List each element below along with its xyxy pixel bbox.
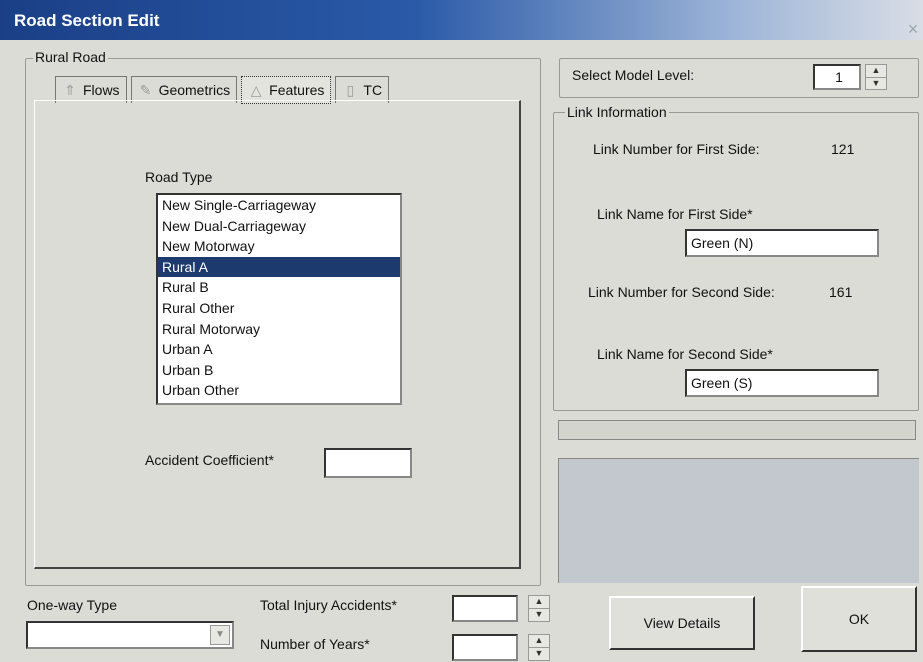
first-link-name-input[interactable]: Green (N) [685, 229, 879, 257]
total-injury-label: Total Injury Accidents* [260, 597, 397, 613]
years-label: Number of Years* [260, 636, 370, 652]
spin-up-icon[interactable]: ▲ [529, 635, 549, 647]
features-icon: △ [250, 81, 262, 98]
years-input[interactable] [452, 634, 518, 661]
list-item[interactable]: New Motorway [158, 236, 400, 257]
tab-flows[interactable]: ⇑ Flows [55, 76, 127, 103]
accident-coefficient-input[interactable] [324, 448, 412, 478]
list-item[interactable]: Rural A [158, 256, 400, 278]
model-level-spinner[interactable]: ▲ ▼ [865, 64, 887, 90]
spin-down-icon[interactable]: ▼ [529, 647, 549, 660]
accident-coefficient-label: Accident Coefficient* [145, 452, 274, 468]
list-item[interactable]: Rural Other [158, 298, 400, 319]
ok-button[interactable]: OK [801, 586, 917, 652]
view-details-button[interactable]: View Details [609, 596, 755, 650]
oneway-type-label: One-way Type [27, 597, 118, 613]
list-item[interactable]: Urban A [158, 339, 400, 360]
second-link-number-label: Link Number for Second Side: [588, 284, 775, 300]
spin-down-icon[interactable]: ▼ [866, 76, 886, 90]
total-injury-spinner[interactable]: ▲ ▼ [528, 595, 550, 622]
second-link-number-value: 161 [829, 284, 853, 300]
total-injury-input[interactable] [452, 595, 518, 622]
list-item[interactable]: Rural B [158, 277, 400, 298]
list-item[interactable]: Urban B [158, 360, 400, 381]
spin-up-icon[interactable]: ▲ [529, 596, 549, 608]
road-type-list[interactable]: New Single-Carriageway New Dual-Carriagew… [156, 193, 402, 405]
list-item[interactable]: New Dual-Carriageway [158, 216, 400, 237]
model-level-input[interactable]: 1 [813, 64, 861, 90]
model-level-label: Select Model Level: [572, 67, 695, 83]
tab-label: Geometrics [158, 82, 231, 98]
window-title: Road Section Edit [14, 11, 160, 30]
pencil-icon: ✎ [139, 81, 152, 98]
list-item[interactable]: Rural Motorway [158, 319, 400, 340]
spin-up-icon[interactable]: ▲ [866, 65, 886, 77]
tab-geometrics[interactable]: ✎ Geometrics [130, 76, 238, 103]
tab-label: TC [363, 82, 383, 98]
tab-label: Flows [83, 82, 120, 98]
list-item[interactable]: New Single-Carriageway [158, 195, 400, 216]
list-item[interactable]: Urban Other [158, 380, 400, 401]
link-info-group-label: Link Information [565, 104, 669, 120]
rural-road-group-label: Rural Road [33, 49, 108, 65]
flows-icon: ⇑ [64, 81, 76, 98]
tab-label: Features [269, 82, 325, 98]
second-link-name-input[interactable]: Green (S) [685, 369, 879, 397]
tab-tc[interactable]: ▯ TC [335, 76, 390, 103]
oneway-type-combo[interactable]: ▼ [26, 621, 234, 649]
first-link-number-value: 121 [831, 141, 855, 157]
years-spinner[interactable]: ▲ ▼ [528, 634, 550, 661]
chevron-down-icon[interactable]: ▼ [210, 625, 230, 645]
road-type-label: Road Type [145, 169, 213, 185]
second-link-name-label: Link Name for Second Side* [597, 346, 773, 362]
spin-down-icon[interactable]: ▼ [529, 608, 549, 621]
info-display-panel [558, 458, 919, 583]
first-link-name-label: Link Name for First Side* [597, 206, 753, 222]
status-bar [558, 420, 916, 440]
first-link-number-label: Link Number for First Side: [593, 141, 760, 157]
tc-icon: ▯ [346, 81, 355, 98]
close-icon[interactable]: × [902, 18, 923, 40]
